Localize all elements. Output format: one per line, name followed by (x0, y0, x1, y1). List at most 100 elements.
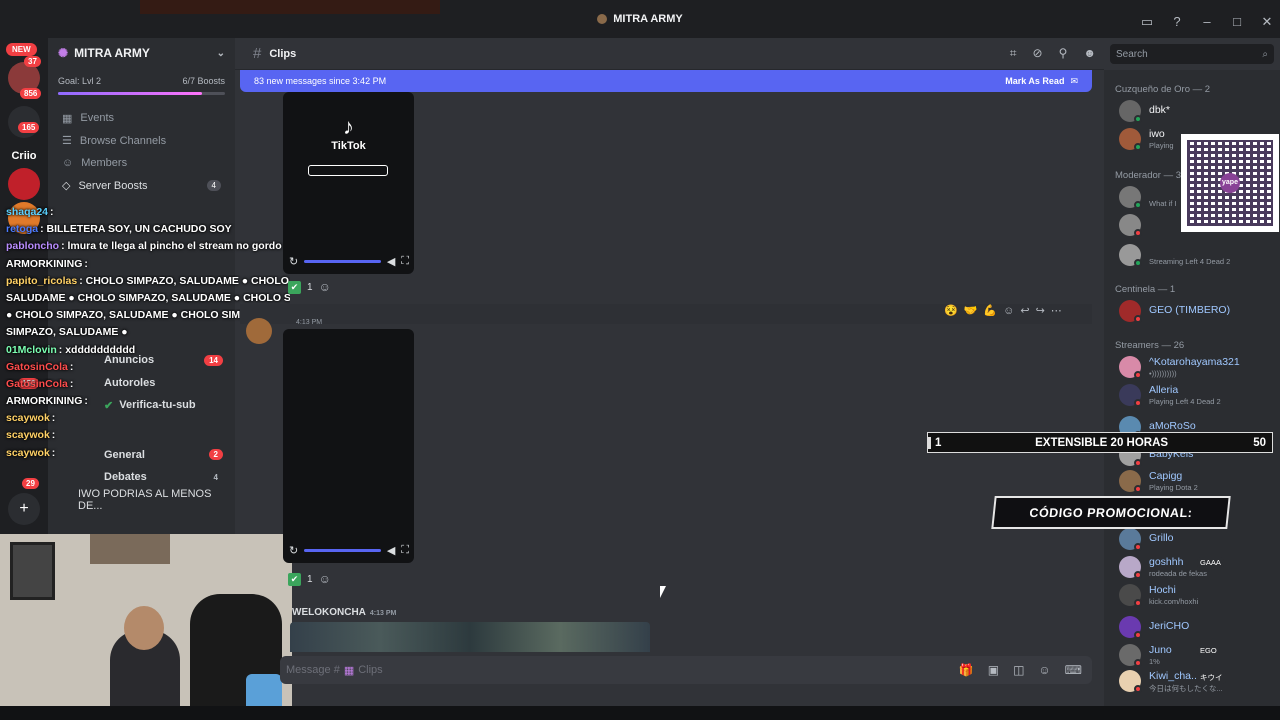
stream-top-strip (140, 0, 440, 14)
member-item[interactable]: Kiwi_cha... 今日は何もしたくな... キウイ (1119, 670, 1279, 694)
threads-icon[interactable]: ⌗ (1010, 46, 1017, 61)
status-dot (1134, 631, 1142, 639)
nav-server-boosts[interactable]: ◇ Server Boosts 4 (48, 175, 235, 198)
tiktok-icon: ♪ (343, 114, 354, 139)
emoji-reaction-icon[interactable]: 🤝 (964, 304, 978, 317)
forward-icon[interactable]: ↪ (1036, 304, 1045, 317)
pin-icon[interactable]: ⚲ (1059, 46, 1068, 61)
status-dot (1134, 459, 1142, 467)
member-group-header: Centinela — 1 (1115, 284, 1176, 295)
member-status: Playing (1149, 141, 1174, 150)
member-item[interactable]: Streaming Left 4 Dead 2 (1119, 244, 1279, 268)
message-author-welokoncha[interactable]: WELOKONCHA 4:13 PM (292, 607, 396, 618)
member-item[interactable]: JeriCHO (1119, 616, 1279, 640)
check-reaction[interactable]: ✔ (288, 572, 301, 586)
gift-icon[interactable]: 🎁 (959, 663, 974, 677)
member-name: iwo (1149, 128, 1165, 140)
maximize-button[interactable]: □ (1230, 14, 1244, 30)
member-item[interactable]: ^Kotarohayama321 •)))))))))) (1119, 356, 1279, 380)
server-icon (597, 14, 608, 24)
mark-as-read-button[interactable]: Mark As Read (1005, 76, 1064, 86)
emoji-reaction-icon[interactable]: 💪 (983, 304, 997, 317)
video-controls: ↻ ◀ ⛶ (289, 255, 409, 268)
search-icon: ⌕ (1262, 48, 1268, 60)
member-item[interactable]: Capigg Playing Dota 2 (1119, 470, 1279, 494)
status-dot (1134, 229, 1142, 237)
member-name: goshhh (1149, 556, 1184, 568)
help-icon[interactable]: ? (1170, 14, 1184, 30)
chat-message: SIMPAZO, SALUDAME ● (6, 326, 128, 339)
member-name: Grillo (1149, 532, 1174, 544)
replay-icon[interactable]: ↻ (289, 544, 298, 557)
chat-line: GatosinCola: (0, 361, 290, 378)
wall-poster (10, 542, 55, 600)
volume-slider[interactable] (304, 549, 381, 552)
window-title: MITRA ARMY (597, 13, 683, 25)
streamer-face (124, 606, 164, 650)
guild-header[interactable]: ✺ MITRA ARMY ⌄ (48, 38, 235, 68)
minimize-button[interactable]: – (1200, 14, 1214, 30)
add-reaction-icon[interactable]: ☺ (319, 572, 331, 586)
browse-icon: ☰ (62, 135, 72, 148)
chat-username: ARMORKINING (6, 257, 83, 270)
more-icon[interactable]: ⋯ (1051, 304, 1062, 317)
sticker-icon[interactable]: ◫ (1013, 663, 1024, 677)
message-composer[interactable]: Message # ▦ Clips 🎁 ▣ ◫ ☺ ⌨ (280, 656, 1092, 684)
chat-line: scaywok: (0, 429, 290, 446)
notification-bell-icon[interactable]: ⊘ (1033, 46, 1043, 61)
member-item[interactable]: dbk* (1119, 100, 1279, 124)
server-icon-3[interactable] (8, 168, 40, 200)
nav-events[interactable]: ▦ Events (48, 107, 235, 130)
boost-progress-fill (58, 92, 202, 95)
volume-icon[interactable]: ◀ (387, 544, 395, 557)
member-name: JeriCHO (1149, 620, 1190, 632)
new-messages-bar[interactable]: 83 new messages since 3:42 PM Mark As Re… (240, 70, 1092, 92)
member-item[interactable]: GEO (TIMBERO) (1119, 300, 1279, 324)
add-reaction-icon[interactable]: ☺ (319, 280, 331, 294)
gif-icon[interactable]: ▣ (988, 663, 999, 677)
chat-username: retoga (6, 223, 39, 236)
close-button[interactable]: ✕ (1260, 14, 1274, 30)
member-status: kick.com/hoxhi (1149, 597, 1199, 606)
chat-message: : (84, 257, 88, 270)
member-item[interactable]: Hochi kick.com/hoxhi (1119, 584, 1279, 608)
video-embed-1[interactable]: ♪ TikTok ↻ ◀ ⛶ (283, 92, 414, 274)
chat-username: GatosinCola (6, 377, 68, 390)
member-name: Capigg (1149, 470, 1183, 482)
status-dot (1134, 399, 1142, 407)
member-name: Alleria (1149, 384, 1179, 396)
replay-icon[interactable]: ↻ (289, 255, 298, 268)
mouse-cursor (660, 586, 666, 598)
status-dot (1134, 571, 1142, 579)
add-server-icon[interactable]: + (8, 493, 40, 525)
chat-message: : (84, 395, 88, 408)
activities-icon[interactable]: ⌨ (1065, 663, 1082, 677)
member-list-icon[interactable]: ☻ (1083, 46, 1096, 61)
emoji-icon[interactable]: ☺ (1038, 663, 1050, 677)
reply-icon[interactable]: ↩ (1020, 304, 1029, 317)
boost-goal[interactable]: Goal: Lvl 2 6/7 Boosts (48, 68, 235, 103)
volume-slider[interactable] (304, 260, 381, 263)
game-screenshot[interactable] (290, 622, 650, 652)
status-dot (1134, 315, 1142, 323)
fullscreen-icon[interactable]: ⛶ (401, 255, 409, 268)
chevron-down-icon: ⌄ (216, 47, 225, 59)
channel-debates[interactable]: Debates 4 (48, 466, 235, 489)
member-item[interactable]: Juno 1% EGO (1119, 644, 1279, 668)
member-item[interactable]: Alleria Playing Left 4 Dead 2 (1119, 384, 1279, 408)
fullscreen-icon[interactable]: ⛶ (401, 544, 409, 557)
emoji-reaction-icon[interactable]: 😵 (944, 304, 958, 317)
thread-item[interactable]: IWO PODRIAS AL MENOS DE... (48, 488, 235, 512)
inbox-icon[interactable]: ▭ (1140, 14, 1154, 30)
volume-icon[interactable]: ◀ (387, 255, 395, 268)
nav-members[interactable]: ☺ Members (48, 152, 235, 175)
avatar[interactable] (246, 318, 272, 344)
video-embed-2[interactable]: ↻ ◀ ⛶ (283, 329, 414, 563)
search-input[interactable]: Search ⌕ (1110, 44, 1274, 64)
add-reaction-icon[interactable]: ☺ (1003, 305, 1014, 317)
member-item[interactable]: goshhh rodeada de fekas GAAA (1119, 556, 1279, 580)
check-reaction[interactable]: ✔ (288, 280, 301, 294)
calendar-icon: ▦ (62, 112, 73, 125)
nav-browse-channels[interactable]: ☰ Browse Channels (48, 130, 235, 153)
member-item[interactable]: Grillo (1119, 528, 1279, 552)
